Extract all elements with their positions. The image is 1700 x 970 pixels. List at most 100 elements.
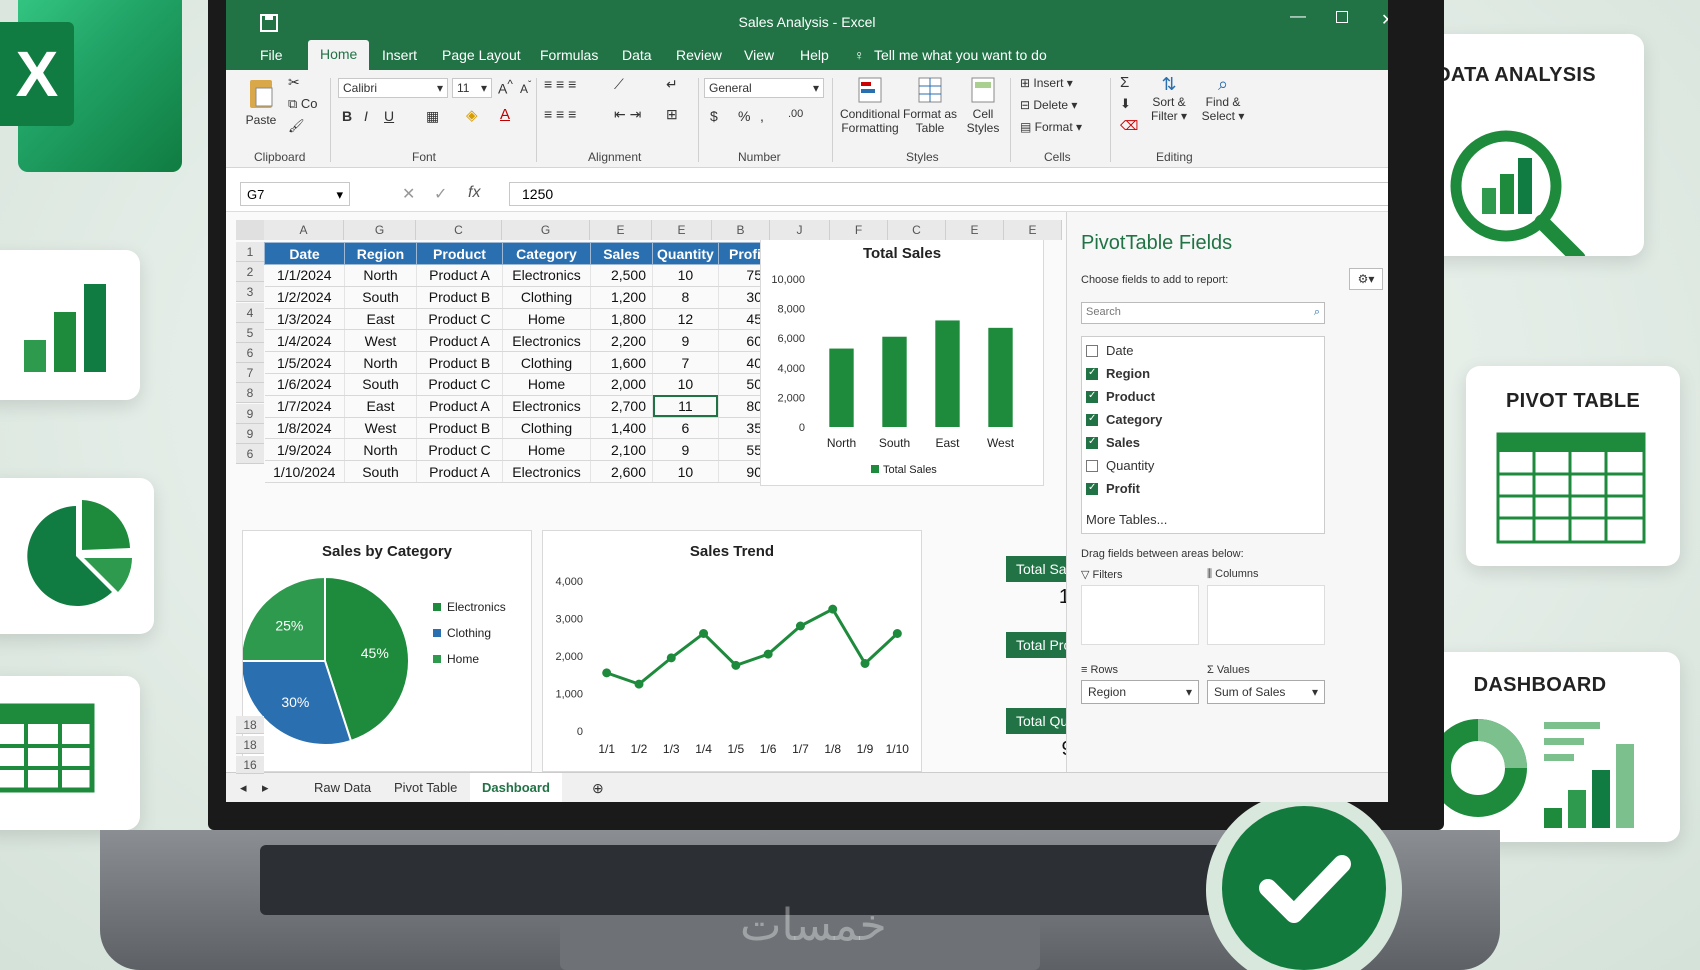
column-header[interactable]: E	[652, 220, 712, 240]
scroll-left-icon[interactable]: ◂	[240, 780, 247, 796]
table-header-cell[interactable]: Category	[502, 242, 591, 265]
row-header[interactable]: 4	[236, 302, 264, 323]
pivot-field-item[interactable]: Sales	[1086, 435, 1320, 450]
table-cell[interactable]: Product C	[416, 373, 503, 396]
values-field-select[interactable]: Sum of Sales ▾	[1207, 680, 1325, 704]
cell-styles-button[interactable]: Cell Styles	[960, 76, 1006, 135]
table-header-cell[interactable]: Date	[264, 242, 345, 265]
row-header[interactable]: 2	[236, 262, 264, 283]
copy-icon[interactable]: ⧉ Co	[288, 96, 318, 112]
table-cell[interactable]: 1/10/2024	[264, 460, 345, 483]
data-point[interactable]	[795, 621, 805, 631]
field-checkbox[interactable]	[1086, 436, 1098, 449]
bar[interactable]	[829, 348, 854, 427]
wrap-text-icon[interactable]: ↵	[666, 76, 678, 93]
bar[interactable]	[882, 336, 907, 427]
table-cell[interactable]: Electronics	[502, 395, 591, 418]
minimize-icon[interactable]: —	[1290, 8, 1306, 26]
field-checkbox[interactable]	[1086, 482, 1098, 495]
table-cell[interactable]: South	[344, 286, 417, 309]
name-box[interactable]: G7 ▾	[240, 182, 350, 206]
column-header[interactable]: E	[590, 220, 652, 240]
tab-insert[interactable]: Insert	[382, 47, 417, 63]
table-cell[interactable]: 1/7/2024	[264, 395, 345, 418]
tab-help[interactable]: Help	[800, 47, 829, 63]
table-cell[interactable]: 1/8/2024	[264, 417, 345, 440]
column-header[interactable]: J	[770, 220, 830, 240]
table-cell[interactable]: 1,400	[590, 417, 653, 440]
pivot-search-input[interactable]: Search ⌕	[1081, 302, 1325, 324]
tell-me-search[interactable]: Tell me what you want to do	[874, 47, 1047, 63]
table-cell[interactable]: North	[344, 351, 417, 374]
values-area[interactable]: Σ Values Sum of Sales ▾	[1207, 664, 1325, 748]
table-cell[interactable]: Product B	[416, 417, 503, 440]
table-cell[interactable]: 1/5/2024	[264, 351, 345, 374]
tab-review[interactable]: Review	[676, 47, 722, 63]
pivot-field-item[interactable]: Category	[1086, 412, 1320, 427]
table-cell[interactable]: Clothing	[502, 286, 591, 309]
table-cell[interactable]: West	[344, 329, 417, 353]
data-point[interactable]	[892, 629, 902, 638]
table-cell[interactable]: Clothing	[502, 417, 591, 440]
bar[interactable]	[935, 320, 960, 427]
field-checkbox[interactable]	[1086, 367, 1098, 380]
table-cell[interactable]: 1/1/2024	[264, 264, 345, 287]
table-cell[interactable]: South	[344, 460, 417, 483]
row-header[interactable]: 1	[236, 242, 264, 262]
data-point[interactable]	[602, 668, 612, 678]
table-cell[interactable]: 9	[652, 329, 719, 353]
data-point[interactable]	[731, 660, 741, 670]
table-header-cell[interactable]: Quantity	[652, 242, 719, 265]
table-cell[interactable]: 1/9/2024	[264, 438, 345, 462]
table-cell[interactable]: North	[344, 264, 417, 287]
table-cell[interactable]: Product B	[416, 286, 503, 309]
column-header[interactable]: A	[264, 220, 344, 240]
sales-by-category-chart[interactable]: Sales by Category 45% 30% 25% Electronics Cl…	[242, 530, 532, 772]
pivot-settings-icon[interactable]: ⚙▾	[1349, 268, 1383, 290]
table-header-cell[interactable]: Sales	[590, 242, 653, 265]
maximize-icon[interactable]	[1336, 11, 1348, 23]
table-cell[interactable]: 11	[652, 395, 719, 418]
table-cell[interactable]: 1/3/2024	[264, 308, 345, 331]
rows-field-select[interactable]: Region ▾	[1081, 680, 1199, 704]
add-sheet-icon[interactable]: ⊕	[592, 780, 604, 797]
format-painter-icon[interactable]: 🖌	[288, 118, 305, 134]
data-point[interactable]	[666, 653, 676, 663]
table-cell[interactable]: Product A	[416, 460, 503, 483]
select-all-corner[interactable]	[236, 220, 264, 240]
tab-formulas[interactable]: Formulas	[540, 47, 598, 63]
pivot-field-item[interactable]: Product	[1086, 389, 1320, 404]
column-header[interactable]: B	[712, 220, 770, 240]
delete-cells-button[interactable]: ⊟ Delete ▾	[1020, 98, 1077, 112]
table-cell[interactable]: Home	[502, 373, 591, 396]
cancel-icon[interactable]: ✕	[402, 184, 415, 204]
orientation-icon[interactable]: ⟋	[614, 76, 624, 93]
table-header-cell[interactable]: Product	[416, 242, 503, 265]
table-cell[interactable]: Product C	[416, 438, 503, 462]
sales-trend-chart[interactable]: Sales Trend 0 1,000 2,000 3,000 4,000 1/1 1/2 1…	[542, 530, 922, 772]
field-checkbox[interactable]	[1086, 460, 1098, 472]
table-cell[interactable]: 8	[652, 286, 719, 309]
comma-icon[interactable]: ,	[760, 108, 764, 124]
formula-input[interactable]: 1250	[509, 182, 1388, 206]
table-cell[interactable]: 10	[652, 264, 719, 287]
pivot-field-item[interactable]: Date	[1086, 343, 1320, 358]
table-cell[interactable]: Electronics	[502, 264, 591, 287]
data-point[interactable]	[634, 679, 644, 689]
column-header[interactable]: G	[502, 220, 590, 240]
table-cell[interactable]: 10	[652, 460, 719, 483]
data-point[interactable]	[860, 659, 870, 668]
table-cell[interactable]: 2,200	[590, 329, 653, 353]
clear-icon[interactable]: ⌫	[1120, 118, 1138, 134]
table-cell[interactable]: 10	[652, 373, 719, 396]
row-header[interactable]: 6	[236, 444, 264, 464]
autosum-icon[interactable]: Σ	[1120, 74, 1129, 91]
table-cell[interactable]: 1/2/2024	[264, 286, 345, 309]
borders-icon[interactable]: ▦	[426, 108, 439, 125]
table-cell[interactable]: 2,600	[590, 460, 653, 483]
format-as-table-button[interactable]: Format as Table	[902, 76, 958, 135]
table-cell[interactable]: 2,100	[590, 438, 653, 462]
table-cell[interactable]: 9	[652, 438, 719, 462]
pivot-field-item[interactable]: Quantity	[1086, 458, 1320, 473]
sheet-tab-raw-data[interactable]: Raw Data	[314, 780, 371, 795]
